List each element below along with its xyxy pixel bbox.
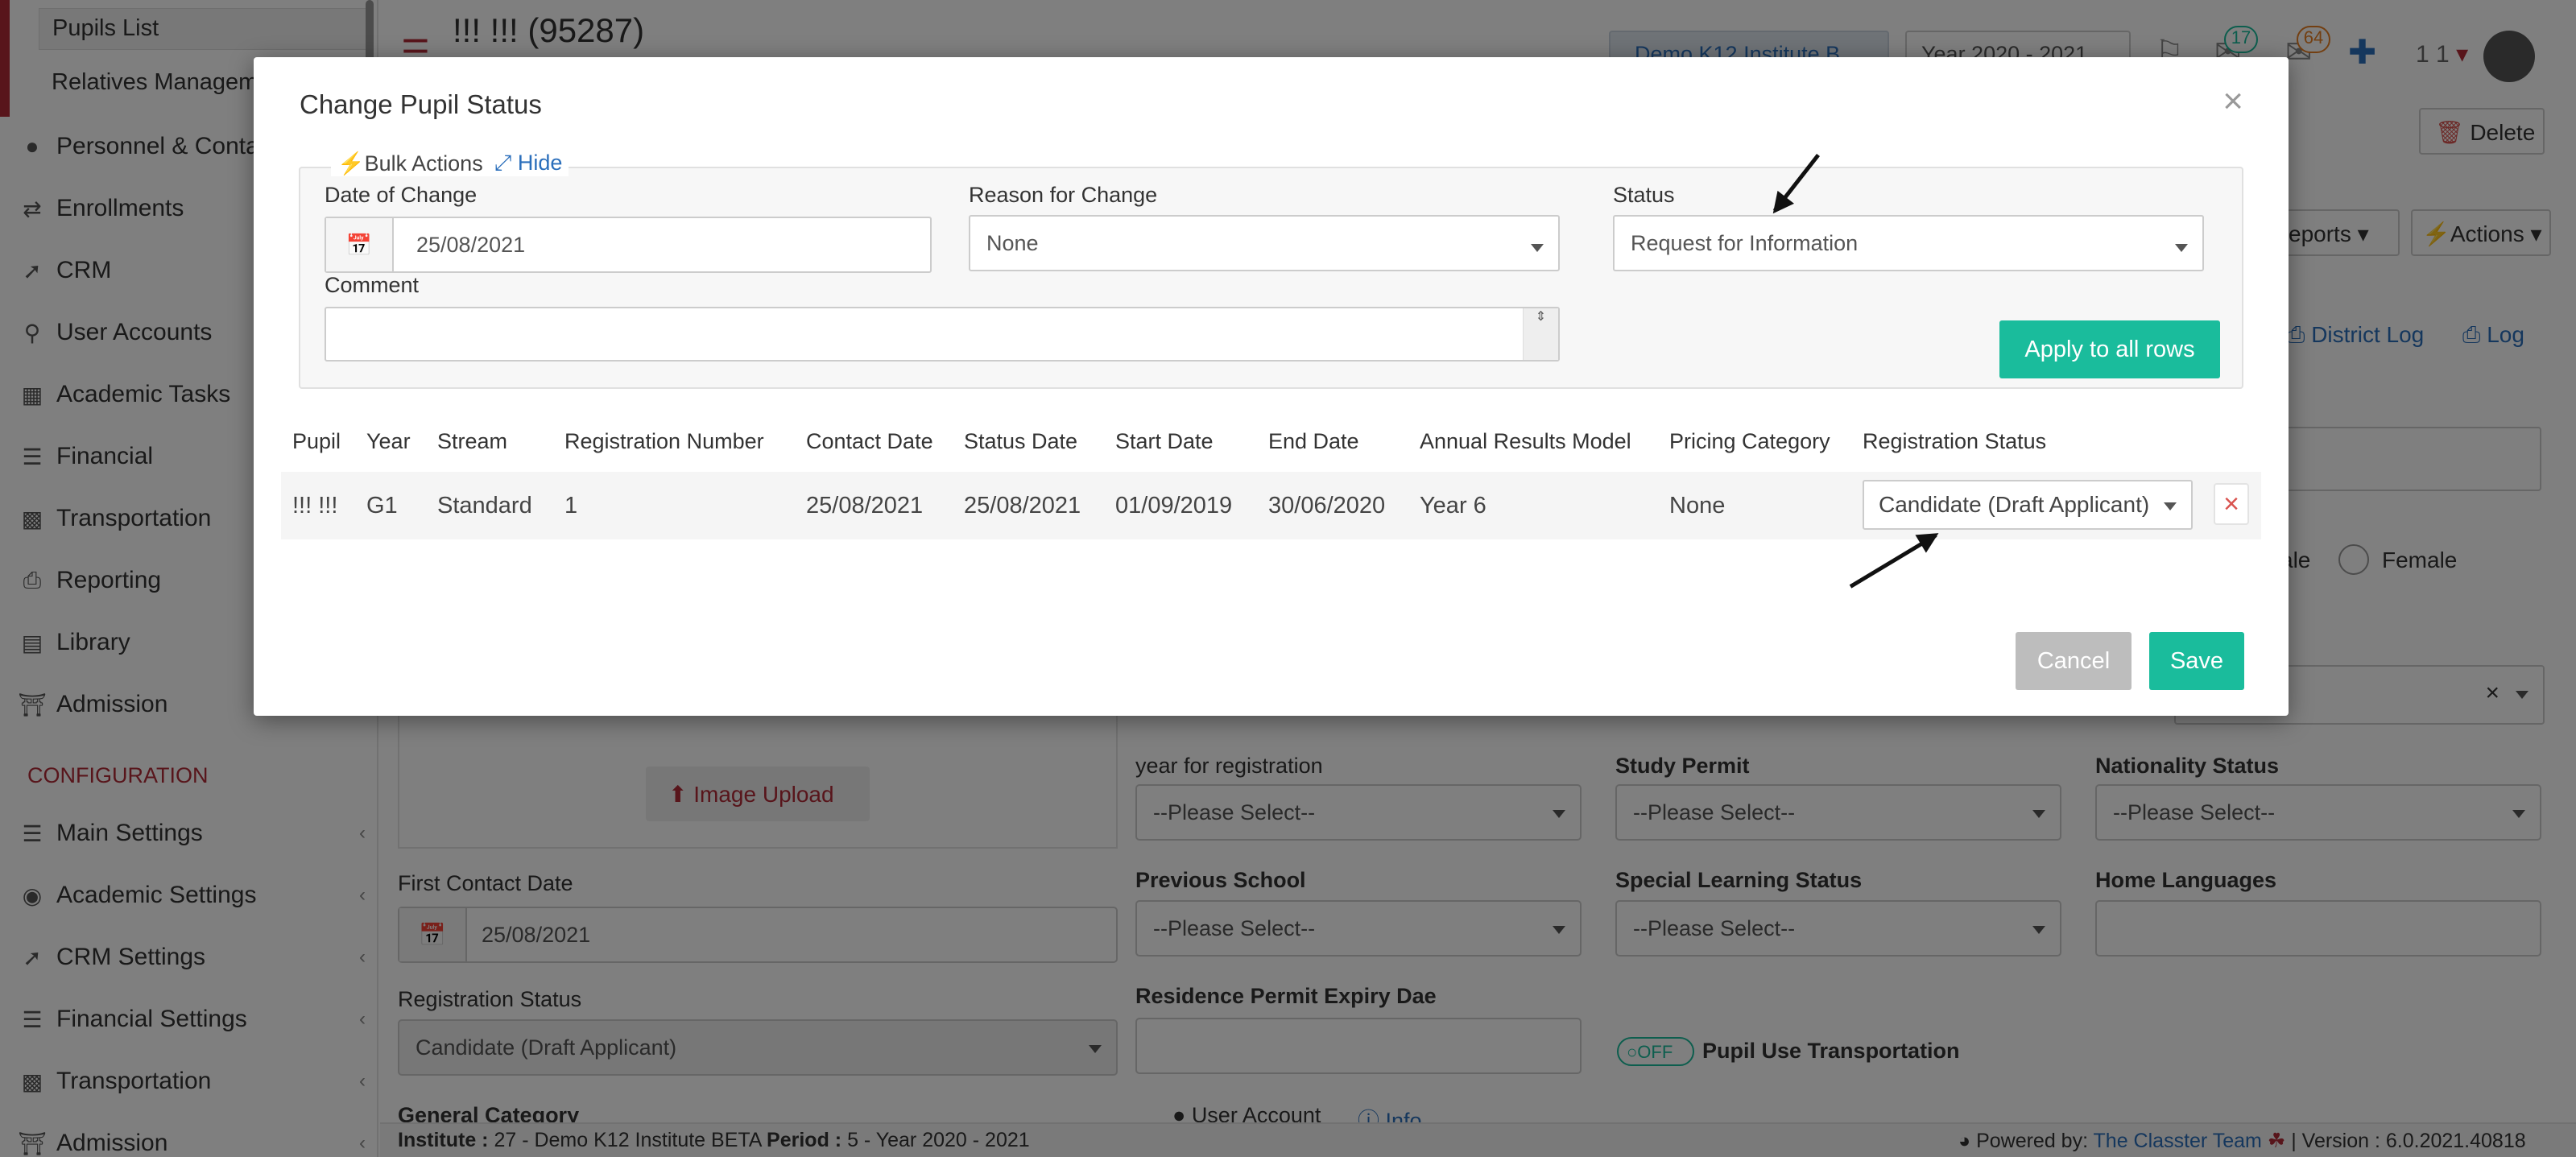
- cancel-button[interactable]: Cancel: [2016, 632, 2132, 690]
- change-status-modal: Change Pupil Status × ⚡ Bulk Actions ⤢ H…: [254, 57, 2289, 716]
- bolt-icon: ⚡: [337, 151, 365, 176]
- status-value: Request for Information: [1631, 230, 1859, 255]
- column-header: Annual Results Model: [1420, 429, 1631, 453]
- column-header: Stream: [437, 429, 508, 453]
- modal-title: Change Pupil Status: [300, 89, 542, 119]
- cell-stream: Standard: [437, 493, 532, 519]
- compress-icon: ⤢: [494, 151, 512, 175]
- cell-end-date: 30/06/2020: [1268, 493, 1386, 519]
- column-header: Pupil: [292, 429, 341, 453]
- cell-registration-number: 1: [564, 493, 578, 519]
- row-registration-status-select[interactable]: Candidate (Draft Applicant): [1863, 480, 2193, 530]
- reason-select[interactable]: None: [969, 215, 1560, 271]
- column-header: Registration Status: [1863, 429, 2047, 453]
- save-button[interactable]: Save: [2149, 632, 2244, 690]
- bulk-actions-label: Bulk Actions: [364, 151, 483, 176]
- calendar-icon[interactable]: 📅: [326, 218, 394, 271]
- resize-handle-icon[interactable]: ⇕: [1523, 308, 1558, 360]
- column-header: Pricing Category: [1669, 429, 1830, 453]
- comment-textarea[interactable]: ⇕: [325, 307, 1560, 362]
- reason-value: None: [986, 230, 1039, 255]
- date-value: 25/08/2021: [416, 232, 526, 257]
- column-header: Start Date: [1115, 429, 1214, 453]
- close-icon[interactable]: ×: [2222, 81, 2243, 122]
- cell-pupil: !!! !!!: [292, 493, 338, 519]
- column-header: Contact Date: [806, 429, 933, 453]
- status-label: Status: [1613, 183, 1675, 207]
- caret-down-icon: [2164, 502, 2177, 510]
- column-header: End Date: [1268, 429, 1359, 453]
- hide-link[interactable]: ⤢ Hide: [494, 151, 563, 176]
- column-header: Status Date: [964, 429, 1078, 453]
- hide-label: Hide: [517, 151, 563, 175]
- caret-down-icon: [1531, 244, 1544, 252]
- cell-pricing-category: None: [1669, 493, 1726, 519]
- cell-contact-date: 25/08/2021: [806, 493, 924, 519]
- cell-start-date: 01/09/2019: [1115, 493, 1233, 519]
- status-select[interactable]: Request for Information: [1613, 215, 2204, 271]
- caret-down-icon: [2175, 244, 2188, 252]
- reason-label: Reason for Change: [969, 183, 1158, 207]
- remove-row-icon[interactable]: ×: [2214, 483, 2249, 525]
- comment-label: Comment: [325, 273, 420, 297]
- date-of-change-input[interactable]: 📅 25/08/2021: [325, 217, 932, 273]
- column-header: Year: [366, 429, 411, 453]
- cell-status-date: 25/08/2021: [964, 493, 1081, 519]
- registration-status-value: Candidate (Draft Applicant): [1879, 492, 2150, 517]
- apply-to-all-rows-button[interactable]: Apply to all rows: [1999, 320, 2220, 378]
- cell-annual-results-model: Year 6: [1420, 493, 1486, 519]
- cell-year: G1: [366, 493, 398, 519]
- date-of-change-label: Date of Change: [325, 183, 478, 207]
- column-header: Registration Number: [564, 429, 764, 453]
- bulk-actions-legend: ⚡ Bulk Actions ⤢ Hide: [331, 151, 569, 176]
